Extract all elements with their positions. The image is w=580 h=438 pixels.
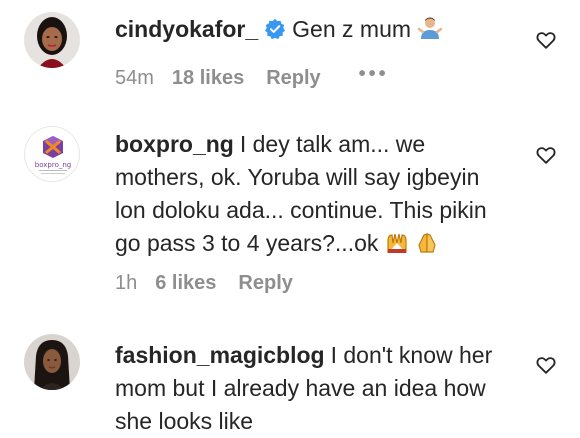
comment-text: boxpro_ng I dey talk am... we mothers, ok… <box>115 128 515 260</box>
likes-count[interactable]: 18 likes <box>172 67 244 90</box>
comment-time: 1h <box>115 272 138 294</box>
person-shrugging-emoji <box>418 17 443 39</box>
logo-text: boxpro_ng <box>35 161 71 169</box>
like-heart-icon[interactable] <box>535 29 557 51</box>
reply-button[interactable]: Reply <box>238 272 292 295</box>
comment-meta: 54m 18 likes Reply ••• <box>115 63 389 90</box>
avatar-photo <box>24 334 80 390</box>
boxpro-logo: boxpro_ng <box>25 127 79 181</box>
comment-body: Gen z mum <box>292 16 412 42</box>
like-heart-icon[interactable] <box>535 354 557 376</box>
comment-meta: 1h 6 likes Reply <box>115 272 331 295</box>
avatar-photo <box>24 12 80 68</box>
likes-count[interactable]: 6 likes <box>155 272 216 295</box>
comment-time: 54m <box>115 67 154 89</box>
comment-text: fashion_magicblog I don't know her mom bu… <box>115 339 515 438</box>
avatar[interactable]: boxpro_ng <box>24 126 80 182</box>
comment-text: cindyokafor_ Gen z mum <box>115 13 515 46</box>
avatar[interactable] <box>24 334 80 390</box>
reply-button[interactable]: Reply <box>266 67 320 90</box>
comment-username[interactable]: boxpro_ng <box>115 131 234 157</box>
comment-username[interactable]: fashion_magicblog <box>115 342 325 368</box>
like-heart-icon[interactable] <box>535 144 557 166</box>
praying-hands-emoji <box>418 233 436 253</box>
avatar[interactable] <box>24 12 80 68</box>
more-options-icon[interactable]: ••• <box>359 63 389 86</box>
comment-username[interactable]: cindyokafor_ <box>115 16 258 42</box>
raised-hands-emoji <box>387 233 407 253</box>
verified-badge-icon <box>265 18 286 40</box>
